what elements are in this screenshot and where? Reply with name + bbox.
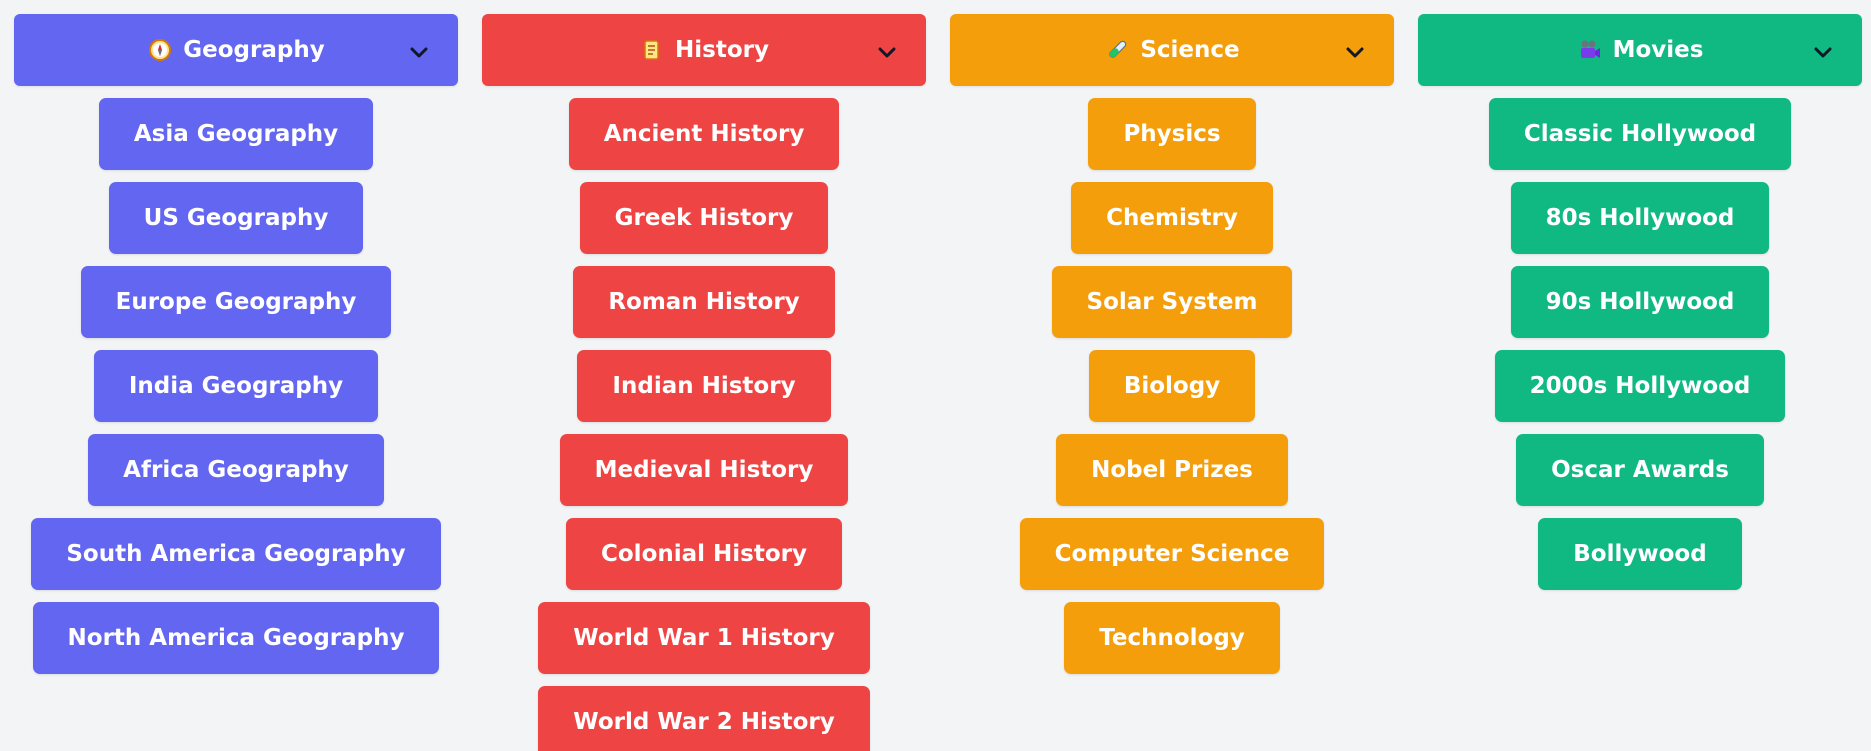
movies-header-title: Movies [1612,37,1704,63]
history-column: History Ancient History Greek History Ro… [482,14,926,751]
geography-column: Geography Asia Geography US Geography Eu… [14,14,458,751]
movies-item-classic-hollywood[interactable]: Classic Hollywood [1488,98,1792,170]
geography-item-us[interactable]: US Geography [108,182,364,254]
geography-items: Asia Geography US Geography Europe Geogr… [31,98,441,674]
history-header-title: History [675,37,769,63]
test-tube-icon [1104,37,1130,63]
history-item-ancient[interactable]: Ancient History [568,98,840,170]
history-item-roman[interactable]: Roman History [573,266,835,338]
scroll-icon [639,37,665,63]
science-header-button[interactable]: Science [950,14,1394,86]
history-item-world-war-2[interactable]: World War 2 History [538,686,870,751]
geography-item-europe[interactable]: Europe Geography [80,266,392,338]
movies-header-button[interactable]: Movies [1418,14,1862,86]
geography-item-africa[interactable]: Africa Geography [88,434,384,506]
geography-item-north-america[interactable]: North America Geography [32,602,440,674]
history-item-world-war-1[interactable]: World War 1 History [538,602,870,674]
science-item-computer-science[interactable]: Computer Science [1019,518,1325,590]
compass-icon [147,37,173,63]
history-item-colonial[interactable]: Colonial History [566,518,842,590]
chevron-down-icon [876,42,898,64]
movies-item-bollywood[interactable]: Bollywood [1538,518,1742,590]
science-item-nobel-prizes[interactable]: Nobel Prizes [1056,434,1288,506]
history-item-greek[interactable]: Greek History [579,182,829,254]
movie-camera-icon [1577,37,1603,63]
geography-item-south-america[interactable]: South America Geography [31,518,441,590]
history-item-indian[interactable]: Indian History [577,350,831,422]
geography-item-india[interactable]: India Geography [93,350,379,422]
movies-item-90s-hollywood[interactable]: 90s Hollywood [1510,266,1770,338]
chevron-down-icon [1812,42,1834,64]
science-items: Physics Chemistry Solar System Biology N… [1019,98,1325,674]
geography-item-asia[interactable]: Asia Geography [98,98,374,170]
history-items: Ancient History Greek History Roman Hist… [538,98,870,751]
science-item-technology[interactable]: Technology [1064,602,1280,674]
science-item-solar-system[interactable]: Solar System [1051,266,1293,338]
movies-column: Movies Classic Hollywood 80s Hollywood 9… [1418,14,1862,751]
category-board: Geography Asia Geography US Geography Eu… [0,0,1871,751]
science-item-chemistry[interactable]: Chemistry [1071,182,1273,254]
science-column: Science Physics Chemistry Solar System B… [950,14,1394,751]
science-item-physics[interactable]: Physics [1088,98,1256,170]
movies-item-2000s-hollywood[interactable]: 2000s Hollywood [1494,350,1786,422]
chevron-down-icon [408,42,430,64]
science-header-title: Science [1140,37,1240,63]
geography-header-title: Geography [183,37,325,63]
science-item-biology[interactable]: Biology [1088,350,1256,422]
history-item-medieval[interactable]: Medieval History [559,434,849,506]
geography-header-button[interactable]: Geography [14,14,458,86]
chevron-down-icon [1344,42,1366,64]
movies-item-80s-hollywood[interactable]: 80s Hollywood [1510,182,1770,254]
movies-items: Classic Hollywood 80s Hollywood 90s Holl… [1488,98,1792,590]
history-header-button[interactable]: History [482,14,926,86]
movies-item-oscar-awards[interactable]: Oscar Awards [1516,434,1764,506]
